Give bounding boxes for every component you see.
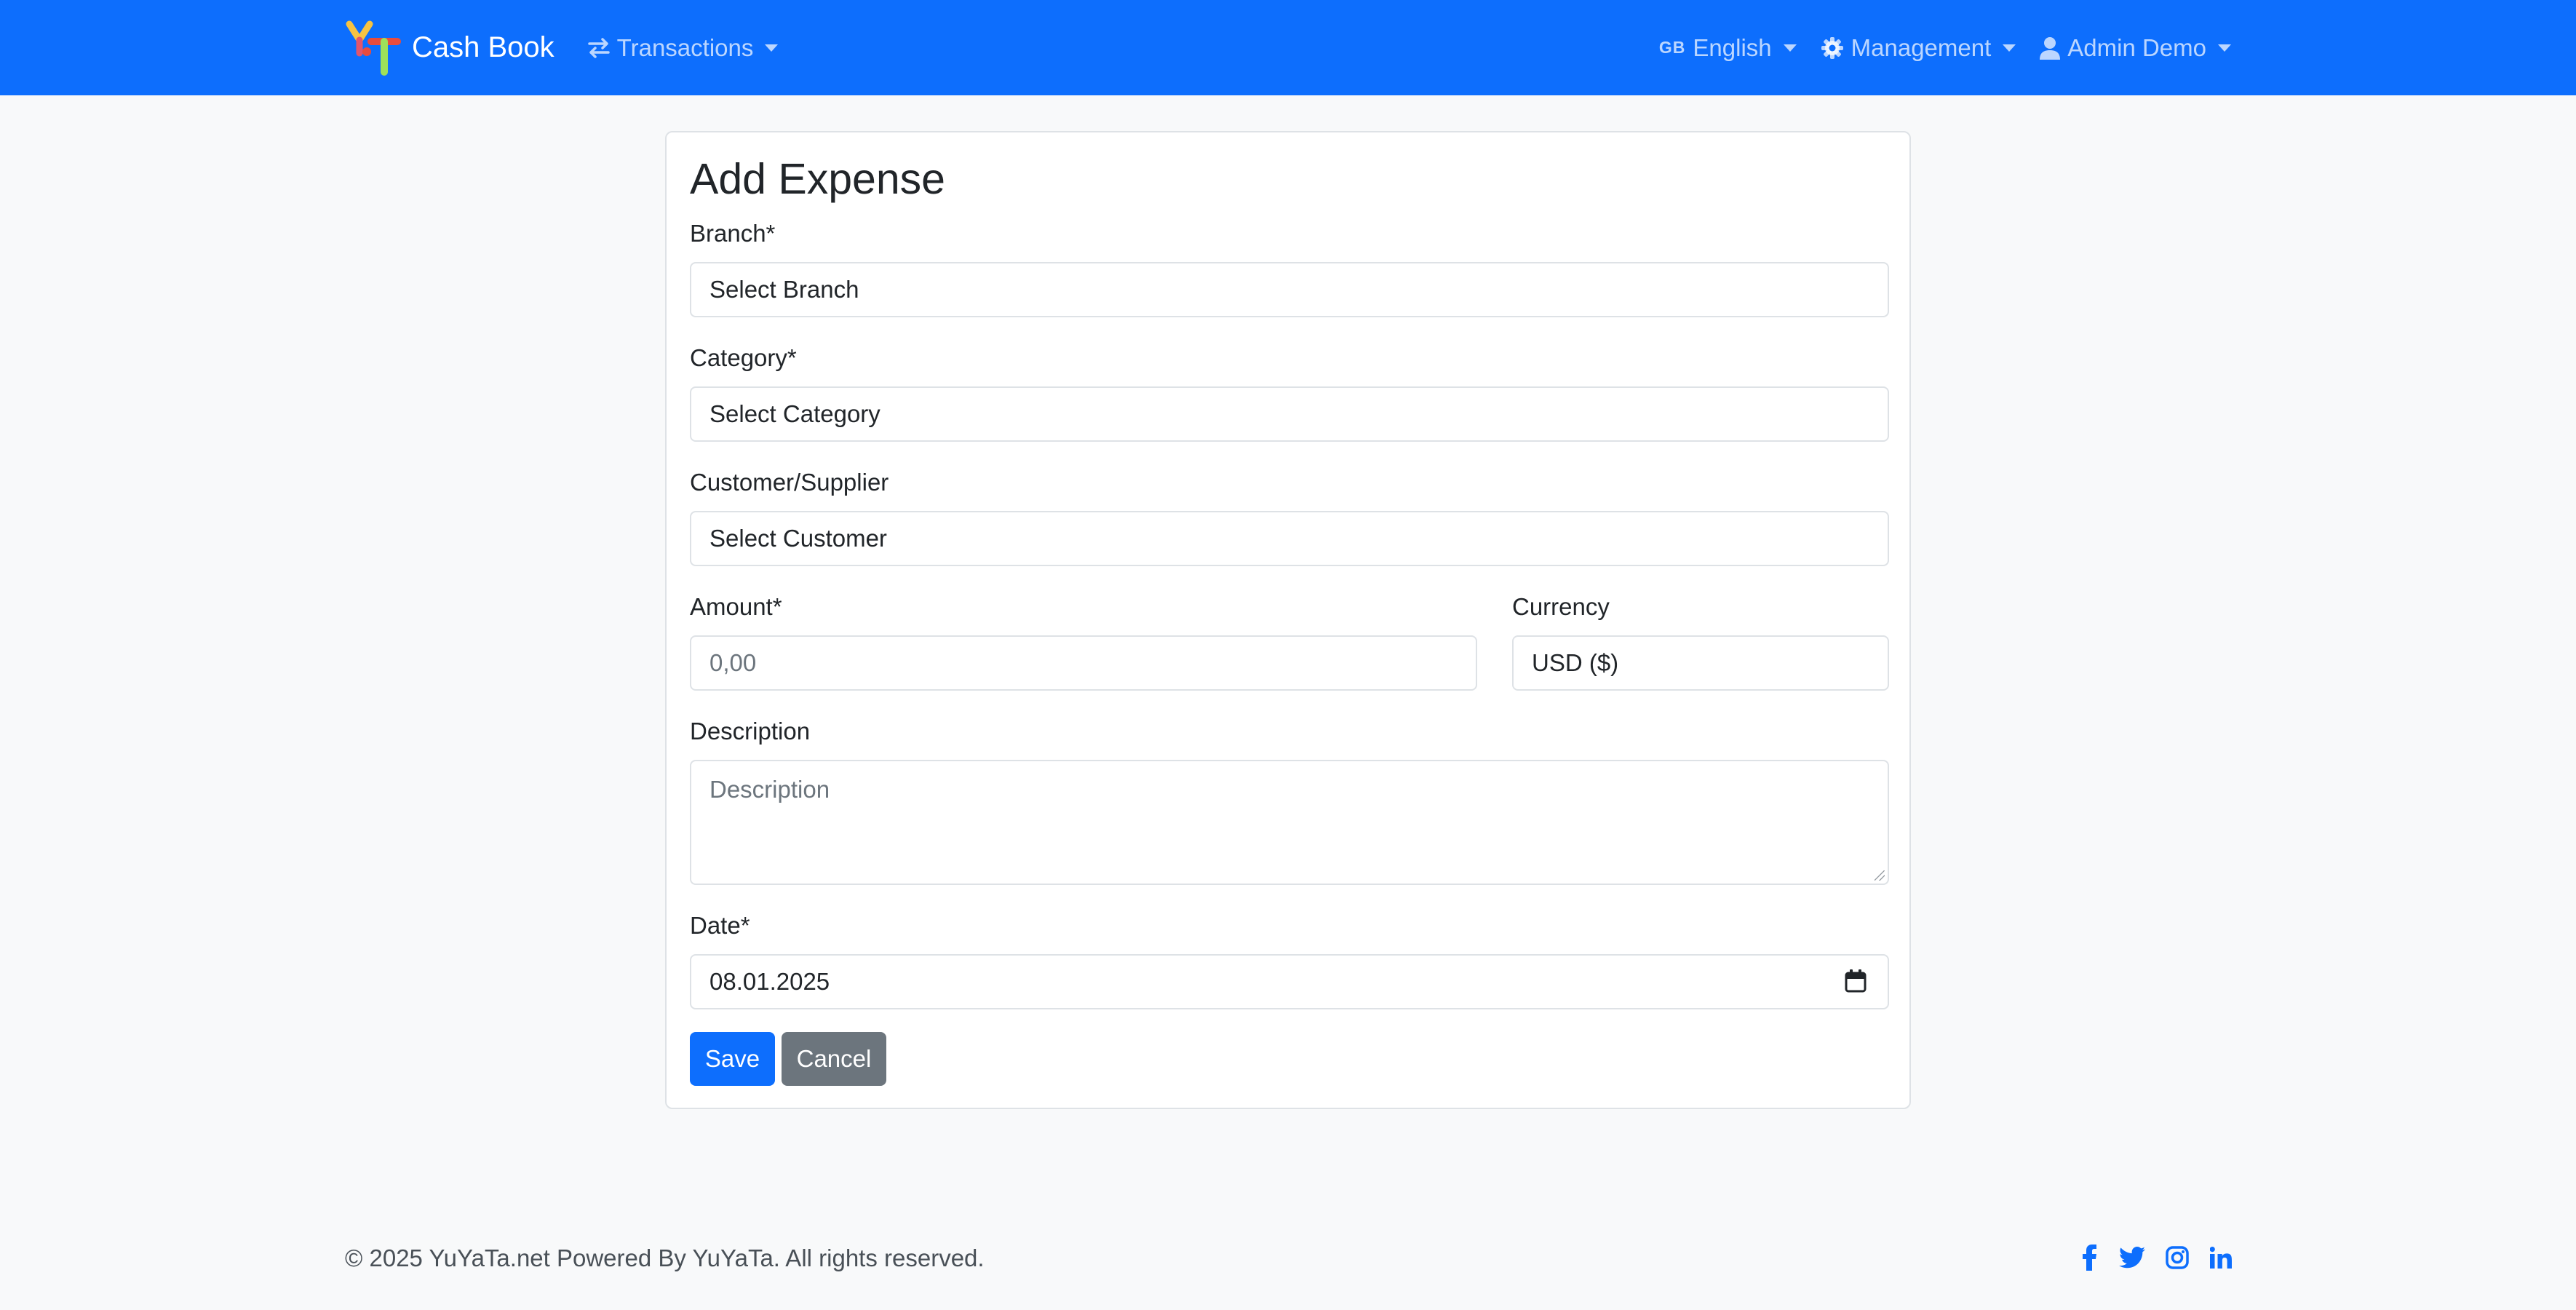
transactions-label: Transactions: [616, 33, 754, 61]
language-dropdown[interactable]: GB English: [1659, 34, 1797, 62]
category-select-value: Select Category: [709, 400, 880, 427]
branch-label: Branch*: [690, 220, 776, 247]
customer-label: Customer/Supplier: [690, 469, 889, 496]
gb-flag-icon: GB: [1658, 38, 1686, 57]
linkedin-icon[interactable]: [2206, 1242, 2235, 1274]
currency-label: Currency: [1512, 593, 1610, 620]
user-dropdown[interactable]: Admin Demo: [2040, 34, 2231, 62]
chevron-down-icon: [1783, 44, 1797, 52]
brand-link[interactable]: Cash Book: [345, 18, 554, 78]
management-label: Management: [1850, 33, 1992, 61]
twitter-icon[interactable]: [2118, 1242, 2147, 1274]
add-expense-card: Add Expense Branch* Select Branch Catego…: [665, 131, 1911, 1109]
cancel-button[interactable]: Cancel: [782, 1032, 886, 1086]
navbar-right: GB English Management Admin Demo: [1635, 0, 2231, 95]
category-label: Category*: [690, 344, 797, 371]
customer-select[interactable]: Select Customer: [690, 511, 1889, 566]
resize-handle-icon[interactable]: [1875, 870, 1885, 881]
calendar-icon[interactable]: [1844, 969, 1867, 993]
navbar-left: Cash Book Transactions: [345, 0, 802, 95]
navbar-container: Cash Book Transactions GB English Manage…: [345, 0, 2231, 95]
exchange-arrows-icon: [587, 37, 610, 58]
yuyata-logo-icon: [346, 20, 401, 76]
brand-name: Cash Book: [412, 31, 554, 63]
customer-select-value: Select Customer: [709, 525, 887, 552]
instagram-icon[interactable]: [2163, 1242, 2192, 1274]
top-navbar: Cash Book Transactions GB English Manage…: [0, 0, 2576, 95]
date-value: 08.01.2025: [709, 968, 830, 995]
amount-label: Amount*: [690, 593, 782, 620]
page-title: Add Expense: [690, 155, 945, 203]
chevron-down-icon: [2218, 44, 2231, 52]
management-dropdown[interactable]: Management: [1821, 34, 2016, 62]
amount-placeholder: 0,00: [709, 649, 757, 676]
currency-select[interactable]: USD ($): [1512, 635, 1889, 691]
category-select[interactable]: Select Category: [690, 386, 1889, 442]
branch-select[interactable]: Select Branch: [690, 262, 1889, 317]
amount-input[interactable]: 0,00: [690, 635, 1477, 691]
gear-icon: [1821, 36, 1843, 59]
description-placeholder: Description: [709, 776, 830, 803]
facebook-icon[interactable]: [2075, 1242, 2104, 1274]
date-label: Date*: [690, 912, 750, 939]
currency-select-value: USD ($): [1532, 649, 1619, 676]
user-label: Admin Demo: [2067, 33, 2206, 61]
footer-copyright: © 2025 YuYaTa.net Powered By YuYaTa. All…: [345, 1244, 985, 1271]
user-icon: [2040, 36, 2061, 60]
description-textarea[interactable]: Description: [690, 760, 1889, 885]
transactions-dropdown[interactable]: Transactions: [587, 33, 779, 62]
language-label: English: [1693, 33, 1772, 61]
chevron-down-icon: [765, 44, 779, 52]
chevron-down-icon: [2003, 44, 2016, 52]
description-label: Description: [690, 718, 811, 745]
branch-select-value: Select Branch: [709, 276, 859, 303]
save-button[interactable]: Save: [690, 1032, 775, 1086]
date-input[interactable]: 08.01.2025: [690, 954, 1889, 1009]
